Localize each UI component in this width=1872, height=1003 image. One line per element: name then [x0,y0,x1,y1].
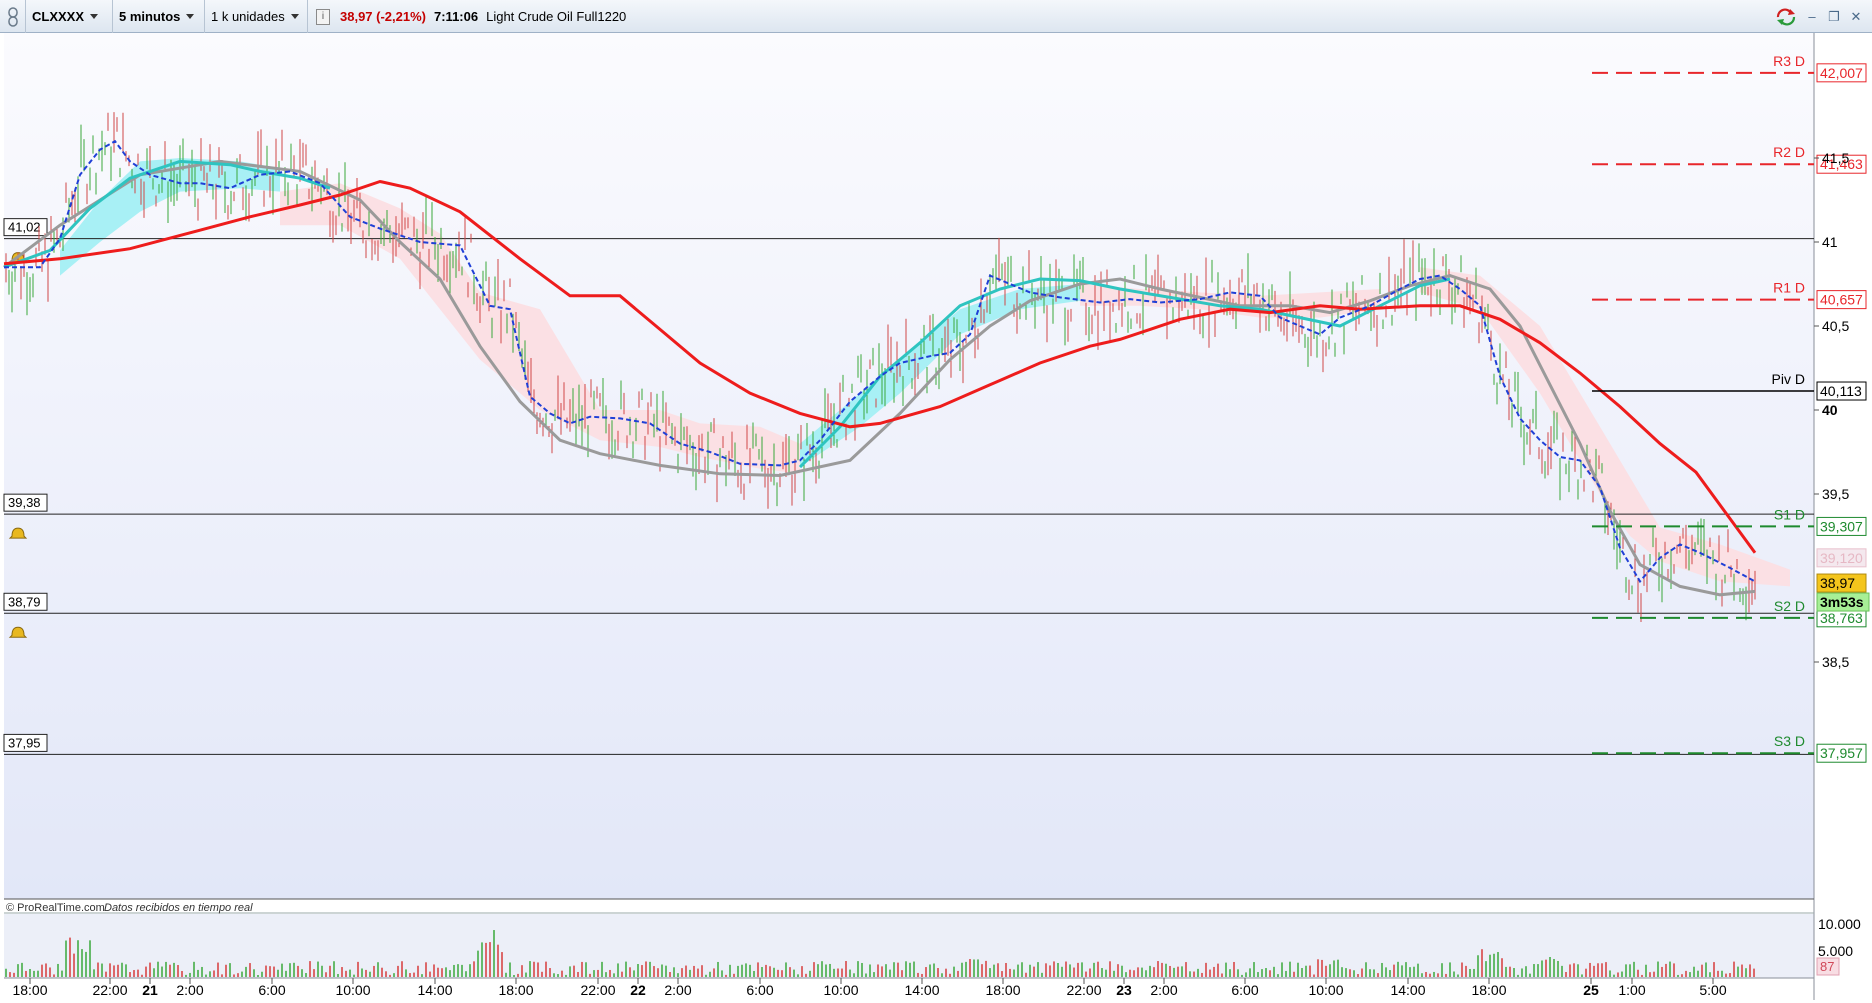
x-tick-label: 14:00 [1390,982,1425,998]
minimize-icon[interactable]: – [1804,9,1820,25]
x-tick-label: 22:00 [92,982,127,998]
pivot-name: R2 D [1773,144,1805,160]
y-tick-label: 39,5 [1822,486,1849,502]
units-label: 1 k unidades [211,9,285,24]
symbol-label: CLXXXX [32,9,85,24]
close-icon[interactable]: ✕ [1848,9,1864,25]
credit-label: © ProRealTime.com [6,902,105,914]
chain-link-icon [7,6,18,27]
restore-icon[interactable]: ❐ [1826,9,1842,25]
units-selector[interactable]: 1 k unidades [205,0,308,33]
x-tick-label: 10:00 [1308,982,1343,998]
current-price-label: 38,97 [1820,575,1855,591]
x-tick-label: 2:00 [176,982,203,998]
timeframe-selector[interactable]: 5 minutos [113,0,205,33]
x-tick-label: 6:00 [258,982,285,998]
pivot-value: 40,113 [1820,383,1862,399]
chevron-down-icon [290,14,299,19]
chevron-down-icon [186,14,195,19]
x-tick-label: 6:00 [1231,982,1258,998]
level-label: 39,38 [8,495,41,510]
x-tick-label: 10:00 [335,982,370,998]
volume-tick-label: 10.000 [1818,916,1861,932]
instrument-name: Light Crude Oil Full1220 [486,9,627,24]
pivot-value: 42,007 [1820,65,1863,81]
x-tick-label: 2:00 [1150,982,1177,998]
pivot-value: 37,957 [1820,745,1863,761]
y-tick-label: 41 [1822,234,1838,250]
x-tick-label: 1:00 [1618,982,1645,998]
x-tick-label: 22:00 [580,982,615,998]
x-tick-label: 25 [1583,982,1599,998]
timeframe-label: 5 minutos [119,9,181,24]
level-label: 38,79 [8,594,41,609]
volume-tick-label: 5.000 [1818,943,1853,959]
level-label: 41,02 [8,220,41,235]
pivot-name: S1 D [1774,506,1805,522]
pivot-name: Piv D [1772,371,1805,387]
y-tick-label: 40 [1822,402,1838,418]
price-chart[interactable]: 41,02 39,38 38,79 37,95 R3 D 42,007 R2 D 41,46… [0,33,1872,1000]
y-tick-label: 38,5 [1822,654,1849,670]
x-tick-label: 14:00 [904,982,939,998]
level-label: 37,95 [8,735,41,750]
instrument-info: i 38,97 (-2,21%) 7:11:06 Light Crude Oil… [308,0,632,33]
x-tick-label: 21 [142,982,158,998]
symbol-selector[interactable]: CLXXXX [26,0,113,33]
chart-annotations: © ProRealTime.com Datos recibidos en tiem… [6,902,253,914]
info-icon[interactable]: i [316,8,330,25]
refresh-icon[interactable] [1774,8,1798,26]
volume-value-label: 87 [1820,959,1834,974]
pivot-name: S3 D [1774,733,1805,749]
pivot-name: S2 D [1774,598,1805,614]
faded-price-label: 39,120 [1820,550,1863,566]
window-controls: – ❐ ✕ [1774,0,1864,33]
link-icon[interactable] [0,0,26,33]
chart-toolbar: CLXXXX 5 minutos 1 k unidades i 38,97 (-… [0,0,1872,33]
x-tick-label: 14:00 [417,982,452,998]
x-tick-label: 6:00 [746,982,773,998]
x-tick-label: 5:00 [1699,982,1726,998]
x-tick-label: 10:00 [823,982,858,998]
pivot-value: 38,763 [1820,610,1863,626]
pivot-name: R1 D [1773,280,1805,296]
chart-canvas[interactable]: 41,0239,3838,7937,95 R3 D42,007R2 D41,46… [0,33,1872,1000]
x-tick-label: 2:00 [664,982,691,998]
countdown-label: 3m53s [1820,594,1864,610]
pivot-value: 39,307 [1820,518,1863,534]
price-change: 38,97 (-2,21%) [340,9,426,24]
clock-time: 7:11:06 [434,9,479,24]
x-tick-label: 22 [630,982,646,998]
x-tick-label: 22:00 [1066,982,1101,998]
x-tick-label: 18:00 [12,982,47,998]
pivot-value: 40,657 [1820,292,1863,308]
x-tick-label: 18:00 [498,982,533,998]
chevron-down-icon [90,14,99,19]
y-tick-label: 40,5 [1822,318,1849,334]
credit-note: Datos recibidos en tiempo real [104,902,253,914]
x-tick-label: 18:00 [1471,982,1506,998]
y-tick-label: 41,5 [1822,150,1849,166]
x-tick-label: 23 [1116,982,1132,998]
pivot-name: R3 D [1773,53,1805,69]
x-tick-label: 18:00 [985,982,1020,998]
